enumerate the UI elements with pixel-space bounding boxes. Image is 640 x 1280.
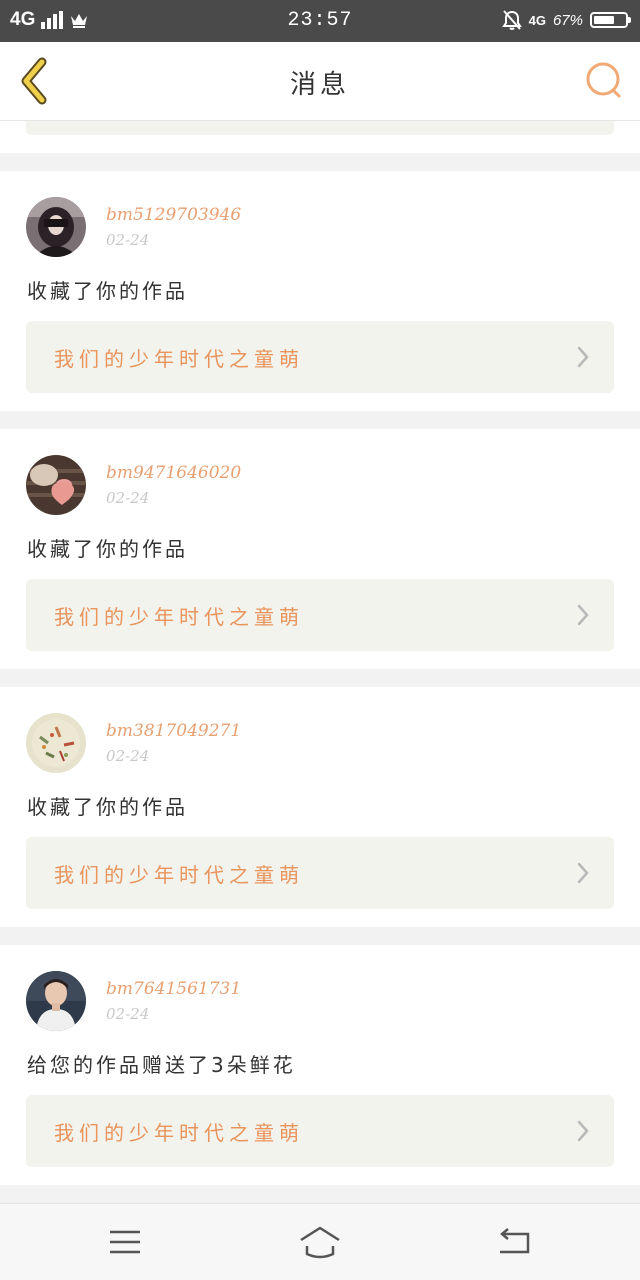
system-nav-bar	[0, 1203, 640, 1280]
work-link[interactable]: 我们的少年时代之童萌	[26, 837, 614, 909]
action-text: 收藏了你的作品	[27, 279, 188, 303]
avatar[interactable]	[26, 197, 86, 257]
menu-button[interactable]	[100, 1224, 150, 1260]
network-type-small: 4G	[528, 12, 546, 28]
username[interactable]: bm9471646020	[106, 463, 241, 483]
notifications-off-icon	[501, 10, 522, 30]
action-text: 给您的作品赠送了3朵鲜花	[27, 1053, 296, 1077]
work-title: 我们的少年时代之童萌	[54, 347, 304, 371]
work-title: 我们的少年时代之童萌	[54, 1121, 304, 1145]
message-item: bm9471646020 02-24 收藏了你的作品 我们的少年时代之童萌	[0, 429, 640, 669]
status-right: 4G 67%	[501, 9, 631, 31]
page-title: 消息	[289, 70, 350, 100]
battery-level	[594, 16, 615, 24]
username[interactable]: bm3817049271	[106, 721, 241, 741]
message-date: 02-24	[106, 231, 150, 249]
status-bar: 4G 23:57 4G 67%	[0, 0, 640, 42]
action-text: 收藏了你的作品	[27, 795, 188, 819]
previous-message-partial	[0, 121, 640, 153]
message-item: bm5129703946 02-24 收藏了你的作品 我们的少年时代之童萌	[0, 171, 640, 411]
work-link[interactable]: 我们的少年时代之童萌	[26, 579, 614, 651]
action-text: 收藏了你的作品	[27, 537, 188, 561]
work-title: 我们的少年时代之童萌	[54, 863, 304, 887]
username[interactable]: bm7641561731	[106, 979, 241, 999]
message-item: bm3817049271 02-24 收藏了你的作品 我们的少年时代之童萌	[0, 687, 640, 927]
battery-percent: 67%	[552, 11, 583, 29]
message-date: 02-24	[106, 1005, 150, 1023]
avatar[interactable]	[26, 455, 86, 515]
return-button[interactable]	[490, 1224, 540, 1260]
message-list: bm5129703946 02-24 收藏了你的作品 我们的少年时代之童萌 bm…	[0, 121, 640, 1203]
message-date: 02-24	[106, 489, 150, 507]
chevron-right-icon	[577, 862, 589, 884]
username[interactable]: bm5129703946	[106, 205, 241, 225]
message-date: 02-24	[106, 747, 150, 765]
work-title: 我们的少年时代之童萌	[54, 605, 304, 629]
battery-icon	[590, 12, 631, 28]
home-button[interactable]	[295, 1224, 345, 1260]
chevron-right-icon	[577, 346, 589, 368]
app-header: 消息	[0, 42, 640, 121]
chevron-right-icon	[577, 1120, 589, 1142]
message-item: bm7641561731 02-24 给您的作品赠送了3朵鲜花 我们的少年时代之…	[0, 945, 640, 1185]
work-link[interactable]: 我们的少年时代之童萌	[26, 1095, 614, 1167]
work-link[interactable]: 我们的少年时代之童萌	[26, 321, 614, 393]
avatar[interactable]	[26, 713, 86, 773]
search-button[interactable]	[584, 60, 626, 102]
previous-work-link[interactable]	[26, 121, 614, 135]
avatar[interactable]	[26, 971, 86, 1031]
chevron-right-icon	[577, 604, 589, 626]
